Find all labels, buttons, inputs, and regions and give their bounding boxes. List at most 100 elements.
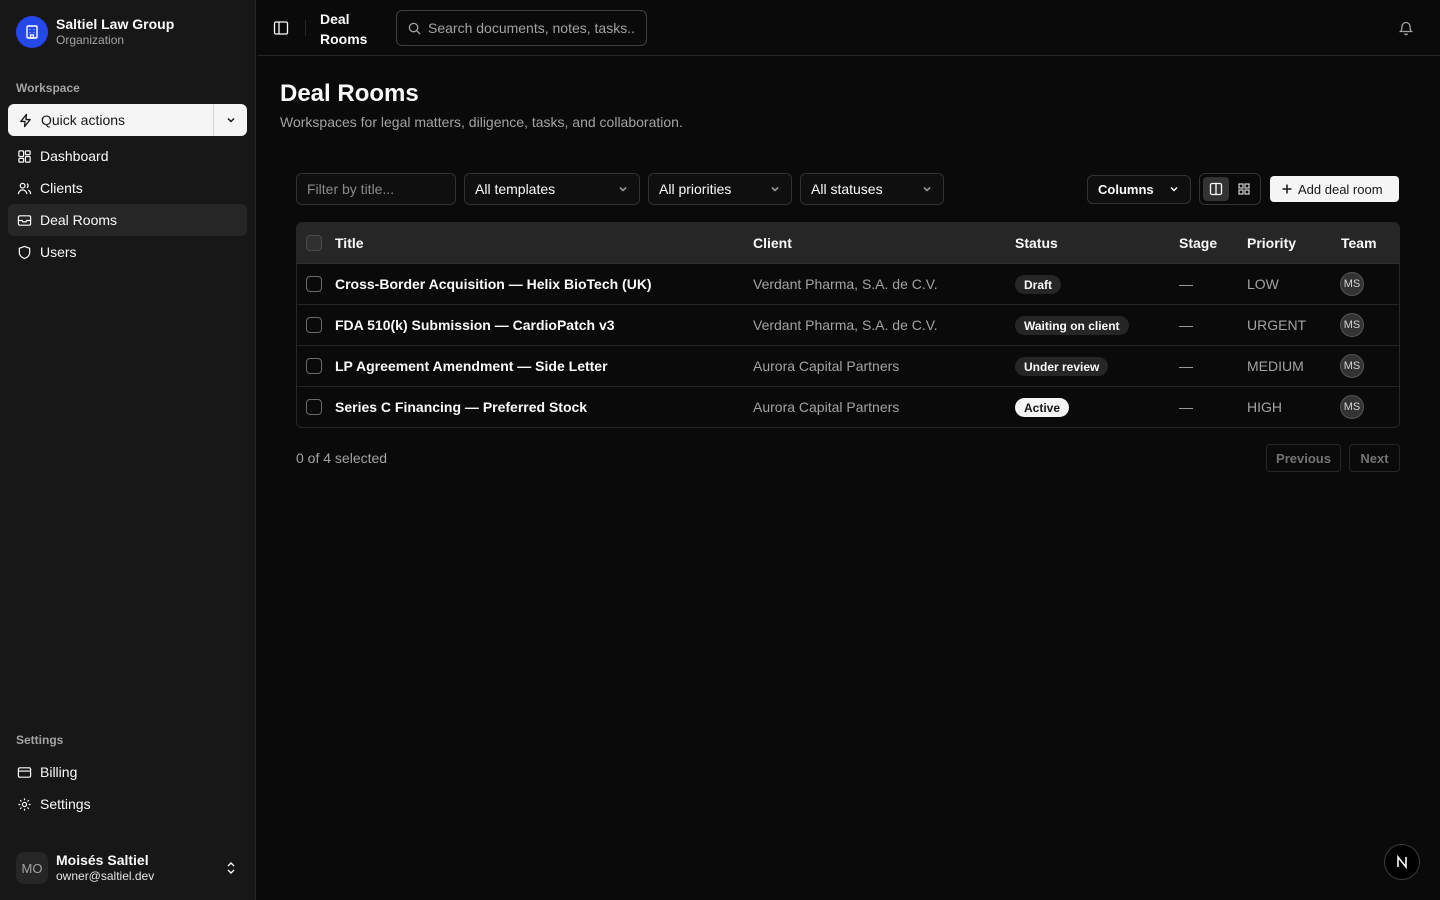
search-input[interactable] (428, 20, 636, 36)
inbox-icon (17, 213, 32, 228)
avatar: MO (16, 852, 48, 884)
column-header-client[interactable]: Client (753, 235, 792, 251)
row-title[interactable]: Series C Financing — Preferred Stock (335, 399, 587, 415)
settings-section-label: Settings (16, 733, 64, 747)
chevron-down-icon (769, 183, 781, 195)
status-filter-select[interactable]: All statuses (800, 173, 944, 205)
shield-icon (17, 245, 32, 260)
table-row[interactable]: LP Agreement Amendment — Side Letter Aur… (297, 346, 1399, 387)
search-icon (407, 21, 422, 36)
row-priority: HIGH (1247, 399, 1282, 415)
chevron-down-icon (1168, 183, 1180, 195)
column-header-priority[interactable]: Priority (1247, 235, 1296, 251)
select-all-checkbox[interactable] (306, 235, 322, 251)
quick-actions-dropdown[interactable] (213, 104, 247, 136)
sidebar-item-label: Users (40, 244, 77, 260)
row-checkbox[interactable] (306, 358, 322, 374)
grid-view-icon[interactable] (1231, 177, 1257, 201)
row-priority: MEDIUM (1247, 358, 1304, 374)
sidebar-item-label: Billing (40, 764, 78, 780)
add-deal-room-button[interactable]: Add deal room (1270, 176, 1399, 202)
dev-tools-button[interactable] (1384, 844, 1420, 880)
user-email: owner@saltiel.dev (56, 869, 155, 884)
user-menu[interactable]: MO Moisés Saltiel owner@saltiel.dev (8, 844, 248, 892)
top-header: Deal Rooms (257, 0, 1440, 56)
table-row[interactable]: Cross-Border Acquisition — Helix BioTech… (297, 264, 1399, 305)
column-header-team[interactable]: Team (1341, 235, 1377, 251)
table-header: Title Client Status Stage Priority Team (297, 223, 1399, 264)
org-subtitle: Organization (56, 33, 125, 48)
org-switcher[interactable]: Saltiel Law Group Organization (8, 8, 248, 56)
row-checkbox[interactable] (306, 399, 322, 415)
sidebar: Saltiel Law Group Organization Workspace… (0, 0, 256, 900)
quick-actions-label: Quick actions (41, 112, 126, 128)
sidebar-toggle-icon[interactable] (273, 20, 289, 36)
table-row[interactable]: FDA 510(k) Submission — CardioPatch v3 V… (297, 305, 1399, 346)
template-filter-select[interactable]: All templates (464, 173, 640, 205)
building-icon (16, 16, 48, 48)
org-name: Saltiel Law Group (56, 16, 175, 33)
workspace-label: Workspace (16, 81, 80, 95)
status-badge: Draft (1015, 275, 1062, 294)
sidebar-item-deal-rooms[interactable]: Deal Rooms (8, 204, 247, 236)
user-name: Moisés Saltiel (56, 851, 149, 868)
column-header-title[interactable]: Title (335, 235, 364, 251)
avatar: MS (1340, 272, 1364, 296)
sidebar-item-clients[interactable]: Clients (8, 172, 247, 204)
row-client: Aurora Capital Partners (753, 399, 900, 415)
row-checkbox[interactable] (306, 276, 322, 292)
selection-count: 0 of 4 selected (296, 450, 388, 466)
status-badge: Waiting on client (1015, 316, 1129, 335)
bell-icon[interactable] (1398, 20, 1414, 36)
avatar: MS (1340, 395, 1364, 419)
row-stage: — (1179, 399, 1193, 415)
column-header-stage[interactable]: Stage (1179, 235, 1217, 251)
row-title[interactable]: LP Agreement Amendment — Side Letter (335, 358, 608, 374)
column-header-status[interactable]: Status (1015, 235, 1058, 251)
row-stage: — (1179, 276, 1193, 292)
status-badge: Active (1015, 398, 1070, 417)
table-row[interactable]: Series C Financing — Preferred Stock Aur… (297, 387, 1399, 427)
select-value: All statuses (811, 181, 883, 197)
sidebar-item-billing[interactable]: Billing (8, 756, 247, 788)
status-badge: Under review (1015, 357, 1109, 376)
gear-icon (17, 797, 32, 812)
columns-button[interactable]: Columns (1087, 175, 1191, 204)
page-subtitle: Workspaces for legal matters, diligence,… (280, 114, 683, 130)
row-title[interactable]: FDA 510(k) Submission — CardioPatch v3 (335, 317, 615, 333)
select-value: All priorities (659, 181, 732, 197)
title-filter-input[interactable] (296, 173, 456, 205)
row-priority: URGENT (1247, 317, 1307, 333)
row-client: Verdant Pharma, S.A. de C.V. (753, 276, 938, 292)
split-view-icon[interactable] (1203, 177, 1229, 201)
sidebar-item-users[interactable]: Users (8, 236, 247, 268)
zap-icon (18, 113, 33, 128)
row-client: Aurora Capital Partners (753, 358, 900, 374)
row-checkbox[interactable] (306, 317, 322, 333)
chevron-down-icon (225, 114, 237, 126)
row-priority: LOW (1247, 276, 1279, 292)
row-title[interactable]: Cross-Border Acquisition — Helix BioTech… (335, 276, 652, 292)
chevrons-up-down-icon (224, 860, 238, 876)
row-stage: — (1179, 317, 1193, 333)
sidebar-item-settings[interactable]: Settings (8, 788, 247, 820)
sidebar-item-label: Deal Rooms (40, 212, 118, 228)
sidebar-item-dashboard[interactable]: Dashboard (8, 140, 247, 172)
priority-filter-select[interactable]: All priorities (648, 173, 792, 205)
chevron-down-icon (921, 183, 933, 195)
page-title: Deal Rooms (280, 80, 419, 107)
n-logo-icon (1394, 854, 1410, 870)
quick-actions-button[interactable]: Quick actions (8, 104, 247, 136)
dashboard-icon (17, 149, 32, 164)
previous-page-button[interactable]: Previous (1266, 444, 1341, 472)
avatar: MS (1340, 313, 1364, 337)
next-page-button[interactable]: Next (1349, 444, 1400, 472)
credit-card-icon (17, 765, 32, 780)
add-deal-room-label: Add deal room (1298, 181, 1383, 197)
breadcrumb: Deal Rooms (320, 11, 368, 47)
select-value: All templates (475, 181, 556, 197)
view-toggle (1199, 173, 1261, 205)
row-stage: — (1179, 358, 1193, 374)
sidebar-item-label: Settings (40, 796, 91, 812)
chevron-down-icon (617, 183, 629, 195)
